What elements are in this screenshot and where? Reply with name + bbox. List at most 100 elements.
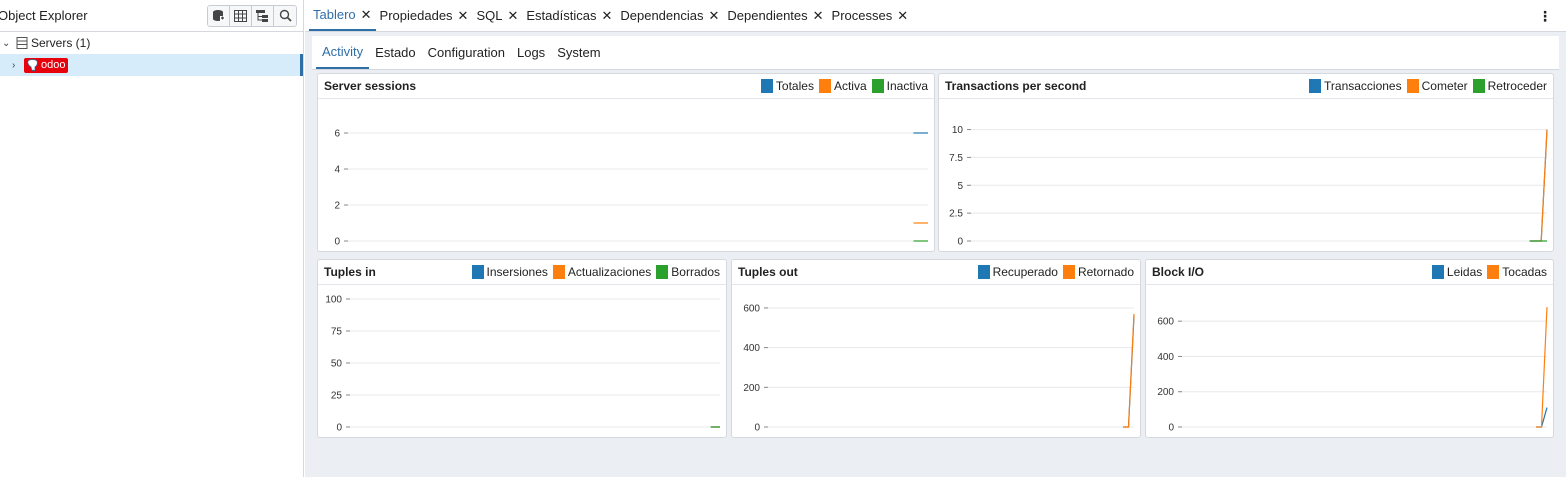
subtab-estado[interactable]: Estado: [369, 36, 421, 69]
tab-label: Dependencias: [620, 8, 704, 23]
y-tick-label: 0: [1168, 423, 1174, 434]
legend-label: Actualizaciones: [567, 265, 652, 279]
object-explorer-toolbar: [207, 4, 297, 27]
card-title: Transactions per second: [945, 79, 1087, 93]
y-tick-label: 200: [743, 383, 760, 394]
tree-item-label: Servers (1): [31, 36, 91, 50]
query-tool-button[interactable]: [208, 5, 230, 26]
y-tick-label: 10: [952, 125, 964, 136]
subtab-activity[interactable]: Activity: [316, 36, 370, 69]
card-title: Server sessions: [324, 79, 417, 93]
legend-swatch: [1487, 265, 1500, 279]
y-tick-label: 100: [325, 295, 342, 306]
series-line-retornado: [1123, 313, 1135, 428]
y-tick-label: 50: [331, 359, 343, 370]
chevron-down-icon[interactable]: ⌄: [2, 38, 14, 49]
legend-swatch: [1472, 79, 1485, 93]
tab-label: Tablero: [313, 7, 356, 22]
chart-legend: Leidas Tocadas: [1431, 265, 1549, 279]
chart-legend: Transacciones Cometer Retroceder: [1309, 79, 1549, 93]
tuples-in-card: Tuples in Insersiones Actualizaciones Bo…: [317, 259, 727, 438]
legend-label: Activa: [833, 79, 867, 93]
card-header: Transactions per second Transacciones Co…: [939, 74, 1553, 99]
legend-swatch: [471, 265, 484, 279]
transactions-card: Transactions per second Transacciones Co…: [938, 73, 1554, 252]
close-icon[interactable]: ✕: [458, 8, 469, 24]
tab-bar: Tablero ✕ Propiedades ✕ SQL ✕ Estadísticas ✕…: [305, 0, 1566, 32]
subtab-system[interactable]: System: [551, 36, 606, 69]
tuples-in-chart: 0 25 50 75 100: [325, 295, 720, 434]
main-area: Tablero ✕ Propiedades ✕ SQL ✕ Estadísticas ✕…: [305, 0, 1566, 477]
search-objects-button[interactable]: [274, 5, 296, 26]
close-icon[interactable]: ✕: [813, 8, 824, 24]
legend-swatch: [656, 265, 669, 279]
tab-label: Processes: [831, 8, 893, 23]
tab-processes[interactable]: Processes ✕: [828, 0, 913, 31]
tab-label: Propiedades: [379, 8, 453, 23]
tree-icon: [256, 9, 268, 22]
legend-label: Leidas: [1446, 265, 1483, 279]
db-icon: [213, 10, 225, 21]
chart-legend: Recuperado Retornado: [977, 265, 1136, 279]
filter-rows-button[interactable]: [252, 5, 274, 26]
legend-swatch: [552, 265, 565, 279]
series-line-recuperado: [1123, 315, 1135, 428]
close-icon[interactable]: ✕: [507, 8, 518, 24]
y-tick-label: 75: [331, 327, 343, 338]
block-io-card: Block I/O Leidas Tocadas 0 200 400 600: [1145, 259, 1554, 438]
y-tick-label: 0: [957, 237, 963, 248]
close-icon[interactable]: ✕: [601, 8, 612, 24]
legend-swatch: [1062, 265, 1075, 279]
y-tick-label: 0: [754, 423, 760, 434]
legend-label: Retornado: [1077, 265, 1134, 279]
tab-dependientes[interactable]: Dependientes ✕: [723, 0, 827, 31]
y-tick-label: 400: [743, 343, 760, 354]
tab-sql[interactable]: SQL ✕: [472, 0, 522, 31]
close-icon[interactable]: ✕: [361, 7, 372, 23]
server-group-icon: [16, 37, 28, 49]
legend-label: Inactiva: [886, 79, 928, 93]
y-tick-label: 400: [1157, 352, 1174, 363]
y-tick-label: 5: [957, 181, 963, 192]
chevron-right-icon[interactable]: ›: [12, 60, 24, 71]
server-sessions-card: Server sessions Totales Activa Inactiva …: [317, 73, 935, 252]
search-icon: [279, 9, 292, 22]
tab-label: Estadísticas: [526, 8, 597, 23]
server-badge[interactable]: odoo: [24, 57, 69, 73]
tree-item-servers[interactable]: ⌄ Servers (1): [0, 32, 303, 54]
view-data-button[interactable]: [230, 5, 252, 26]
y-tick-label: 600: [743, 303, 760, 314]
close-icon[interactable]: ✕: [897, 8, 908, 24]
y-tick-label: 2: [334, 201, 340, 212]
object-explorer-title: Object Explorer: [0, 8, 88, 23]
close-icon[interactable]: ✕: [709, 8, 720, 24]
card-header: Server sessions Totales Activa Inactiva: [318, 74, 934, 99]
legend-label: Totales: [775, 79, 814, 93]
legend-swatch: [977, 265, 990, 279]
legend-swatch: [1309, 79, 1322, 93]
legend-label: Borrados: [671, 265, 720, 279]
tab-propiedades[interactable]: Propiedades ✕: [376, 0, 473, 31]
table-icon: [234, 9, 247, 22]
tab-estadisticas[interactable]: Estadísticas ✕: [522, 0, 616, 31]
server-name: odoo: [41, 59, 66, 71]
card-title: Tuples out: [738, 265, 798, 279]
server-sessions-chart: 0 2 4 6: [334, 129, 928, 248]
tab-tablero[interactable]: Tablero ✕: [309, 0, 376, 31]
object-explorer-header: Object Explorer: [0, 0, 303, 32]
tab-label: SQL: [476, 8, 503, 23]
y-tick-label: 6: [334, 129, 340, 140]
tab-dependencias[interactable]: Dependencias ✕: [616, 0, 723, 31]
tuples-out-chart: 0 200 400 600: [743, 303, 1135, 434]
postgres-elephant-icon: [27, 58, 38, 72]
tuples-out-card: Tuples out Recuperado Retornado 0 200 400 6…: [731, 259, 1141, 438]
series-line-tocadas: [1536, 307, 1548, 428]
y-tick-label: 2.5: [949, 209, 963, 220]
tree-item-server-odoo[interactable]: › odoo: [0, 54, 303, 76]
tab-label: Dependientes: [727, 8, 808, 23]
subtab-configuration[interactable]: Configuration: [422, 36, 511, 69]
more-options-icon[interactable]: ⋮: [1538, 8, 1552, 25]
subtab-logs[interactable]: Logs: [511, 36, 551, 69]
dashboard-subtabs: Activity Estado Configuration Logs Syste…: [312, 36, 1559, 70]
legend-swatch: [871, 79, 884, 93]
